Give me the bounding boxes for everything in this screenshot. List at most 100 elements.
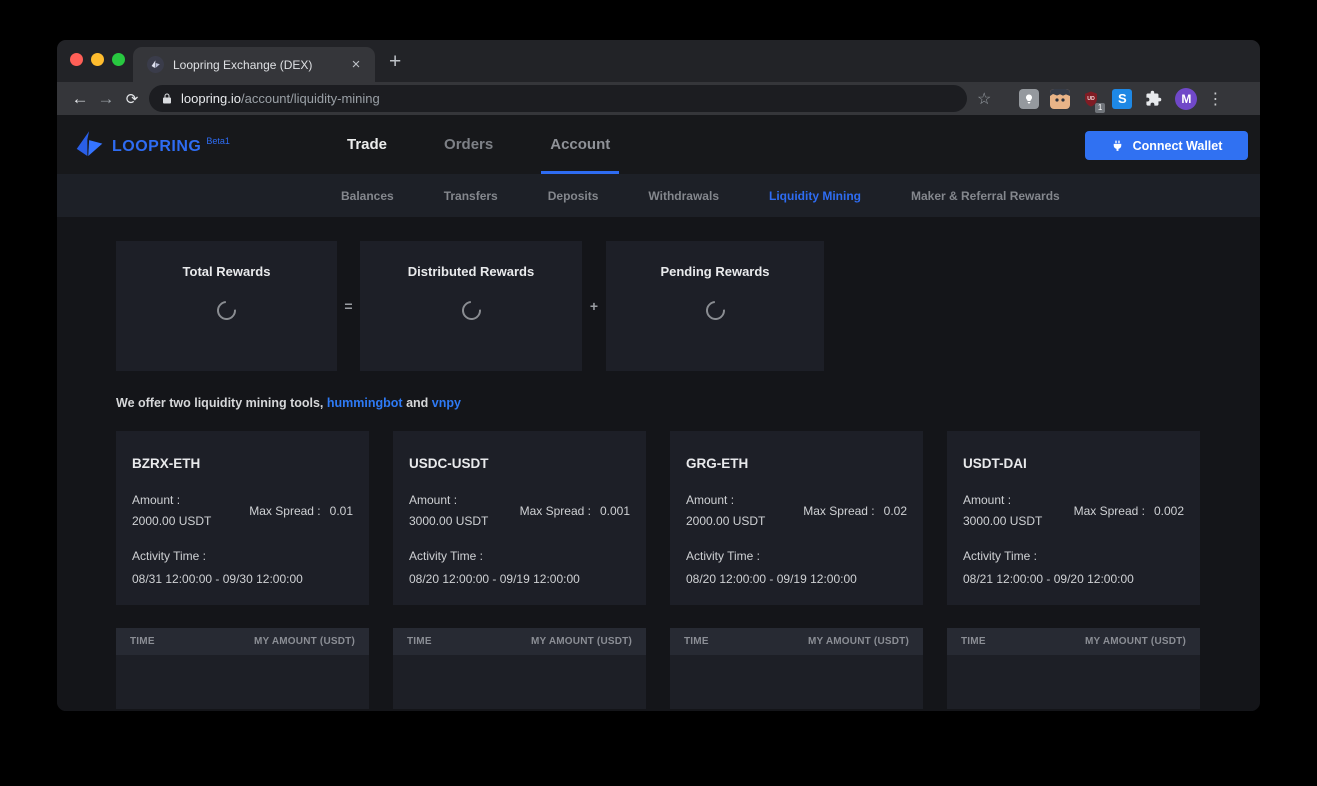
distributed-rewards-card: Distributed Rewards — [360, 241, 582, 371]
pair-name: BZRX-ETH — [132, 456, 201, 471]
chrome-menu-icon[interactable]: ⋮ — [1207, 89, 1223, 109]
amount-value: 2000.00 USDT — [132, 514, 212, 528]
max-spread-label: Max Spread : — [519, 504, 591, 518]
amount-value: 3000.00 USDT — [409, 514, 489, 528]
hummingbot-link[interactable]: hummingbot — [327, 396, 403, 410]
amount-column-header: MY AMOUNT (USDT) — [254, 636, 355, 647]
account-subnav: Balances Transfers Deposits Withdrawals … — [57, 174, 1260, 217]
pair-name: GRG-ETH — [686, 456, 749, 471]
amount-label: Amount : — [132, 493, 181, 507]
max-spread-label: Max Spread : — [249, 504, 321, 518]
minimize-window-button[interactable] — [91, 53, 104, 66]
traffic-lights — [70, 53, 125, 66]
subnav-balances[interactable]: Balances — [341, 189, 394, 203]
amount-label: Amount : — [963, 493, 1012, 507]
connect-wallet-label: Connect Wallet — [1132, 138, 1223, 153]
amount-column-header: MY AMOUNT (USDT) — [808, 636, 909, 647]
reload-icon[interactable]: ⟳ — [119, 90, 145, 108]
address-bar[interactable]: loopring.io/account/liquidity-mining — [149, 85, 967, 112]
subnav-maker-referral-rewards[interactable]: Maker & Referral Rewards — [911, 189, 1060, 203]
loopring-logo-icon — [76, 131, 103, 156]
plug-icon — [1113, 140, 1121, 151]
profile-avatar[interactable]: M — [1175, 87, 1198, 110]
tools-intro-text: We offer two liquidity mining tools, hum… — [116, 396, 1260, 410]
table-body — [393, 655, 646, 709]
site-header: LOOPRING Beta1 Trade Orders Account Conn… — [57, 115, 1260, 174]
subnav-deposits[interactable]: Deposits — [548, 189, 599, 203]
amount-value: 3000.00 USDT — [963, 514, 1043, 528]
table-body — [670, 655, 923, 709]
close-window-button[interactable] — [70, 53, 83, 66]
intro-and: and — [406, 396, 429, 410]
card-title: Distributed Rewards — [407, 264, 535, 279]
new-tab-button[interactable]: + — [389, 50, 401, 74]
card-title: Total Rewards — [182, 264, 271, 279]
pair-name: USDC-USDT — [409, 456, 489, 471]
pair-name: USDT-DAI — [963, 456, 1027, 471]
lock-icon — [163, 93, 171, 104]
activity-time-value: 08/31 12:00:00 - 09/30 12:00:00 — [132, 572, 303, 586]
bookmark-star-icon[interactable]: ☆ — [977, 89, 991, 109]
amount-column-header: MY AMOUNT (USDT) — [1085, 636, 1186, 647]
subnav-withdrawals[interactable]: Withdrawals — [648, 189, 719, 203]
nav-account[interactable]: Account — [541, 115, 620, 174]
activity-time-value: 08/21 12:00:00 - 09/20 12:00:00 — [963, 572, 1134, 586]
mining-card-bzrx-eth: BZRX-ETH Amount : 2000.00 USDT Max Sprea… — [116, 431, 369, 605]
nav-orders[interactable]: Orders — [444, 115, 493, 174]
activity-time-label: Activity Time : — [132, 549, 207, 563]
activity-time-label: Activity Time : — [686, 549, 761, 563]
loading-spinner-icon — [213, 297, 240, 324]
loopring-logo[interactable]: LOOPRING Beta1 — [75, 131, 230, 158]
back-icon[interactable]: ← — [67, 89, 93, 109]
beta-label: Beta1 — [206, 136, 230, 146]
tab-close-icon[interactable]: × — [347, 56, 365, 74]
url-text: loopring.io/account/liquidity-mining — [181, 91, 380, 106]
tab-strip: Loopring Exchange (DEX) × + — [57, 40, 1260, 82]
robot-face-extension-icon[interactable] — [1050, 88, 1071, 109]
lighthouse-extension-icon[interactable] — [1019, 88, 1040, 109]
forward-icon[interactable]: → — [93, 89, 119, 109]
url-domain: loopring.io — [181, 91, 241, 106]
max-spread-label: Max Spread : — [803, 504, 875, 518]
mining-table: TIME MY AMOUNT (USDT) — [393, 628, 646, 709]
intro-prefix: We offer two liquidity mining tools, — [116, 396, 324, 410]
mining-card-grg-eth: GRG-ETH Amount : 2000.00 USDT Max Spread… — [670, 431, 923, 605]
mining-pairs-row: BZRX-ETH Amount : 2000.00 USDT Max Sprea… — [116, 431, 1260, 605]
max-spread-value: 0.01 — [329, 504, 353, 518]
main-nav: Trade Orders Account — [347, 115, 620, 174]
mining-table: TIME MY AMOUNT (USDT) — [947, 628, 1200, 709]
browser-tab[interactable]: Loopring Exchange (DEX) × — [133, 47, 375, 82]
activity-time-label: Activity Time : — [963, 549, 1038, 563]
amount-value: 2000.00 USDT — [686, 514, 766, 528]
equals-sign: = — [344, 298, 353, 314]
mining-table: TIME MY AMOUNT (USDT) — [116, 628, 369, 709]
rewards-summary: Total Rewards = Distributed Rewards + Pe… — [116, 241, 1260, 371]
activity-time-label: Activity Time : — [409, 549, 484, 563]
mining-table: TIME MY AMOUNT (USDT) — [670, 628, 923, 709]
browser-toolbar: ← → ⟳ loopring.io/account/liquidity-mini… — [57, 82, 1260, 115]
subnav-transfers[interactable]: Transfers — [444, 189, 498, 203]
connect-wallet-button[interactable]: Connect Wallet — [1085, 131, 1248, 160]
tab-title: Loopring Exchange (DEX) — [173, 57, 313, 72]
time-column-header: TIME — [684, 636, 709, 647]
max-spread-value: 0.001 — [599, 504, 630, 518]
vnpy-link[interactable]: vnpy — [432, 396, 461, 410]
plus-sign: + — [589, 298, 599, 314]
pending-rewards-card: Pending Rewards — [606, 241, 824, 371]
s-extension-icon[interactable]: S — [1112, 88, 1133, 109]
zoom-window-button[interactable] — [112, 53, 125, 66]
table-body — [947, 655, 1200, 709]
mining-card-usdt-dai: USDT-DAI Amount : 3000.00 USDT Max Sprea… — [947, 431, 1200, 605]
time-column-header: TIME — [961, 636, 986, 647]
loading-spinner-icon — [701, 297, 729, 324]
amount-label: Amount : — [409, 493, 458, 507]
mining-card-usdc-usdt: USDC-USDT Amount : 3000.00 USDT Max Spre… — [393, 431, 646, 605]
extensions-puzzle-icon[interactable] — [1143, 89, 1163, 109]
subnav-liquidity-mining[interactable]: Liquidity Mining — [769, 189, 861, 203]
max-spread-label: Max Spread : — [1073, 504, 1145, 518]
url-path: /account/liquidity-mining — [241, 91, 380, 106]
loading-spinner-icon — [457, 297, 485, 324]
nav-trade[interactable]: Trade — [347, 115, 387, 174]
ublock-shield-extension-icon[interactable]: UD 1 — [1081, 89, 1106, 113]
time-column-header: TIME — [407, 636, 432, 647]
